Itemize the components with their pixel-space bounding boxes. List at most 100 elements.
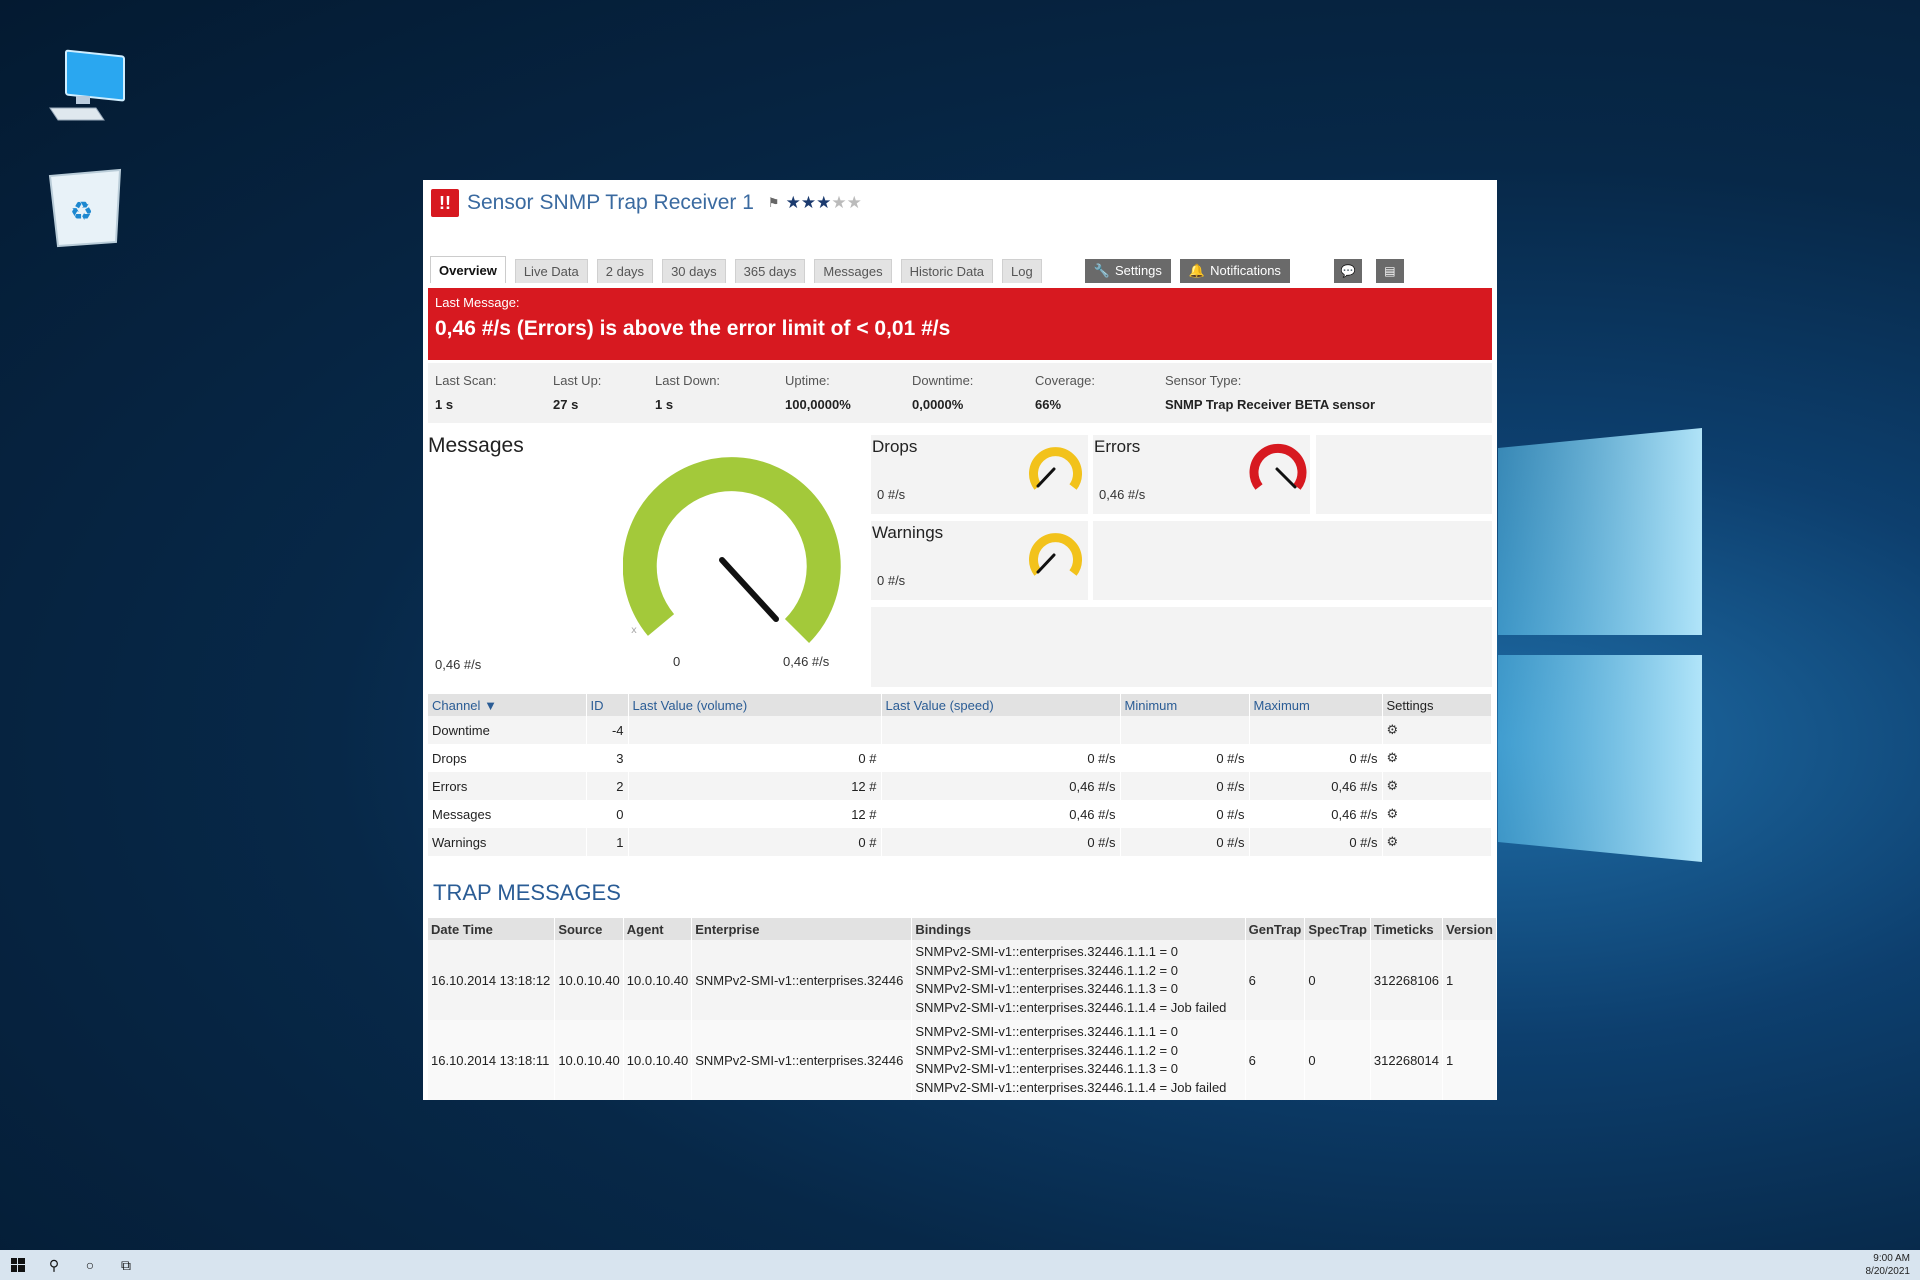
start-button[interactable] — [0, 1250, 36, 1280]
svg-text:♻: ♻ — [70, 197, 93, 227]
channel-minimum: 0 #/s — [1120, 828, 1250, 856]
gear-icon[interactable]: ⚙ — [1387, 722, 1399, 737]
star-empty-icon[interactable]: ★ — [831, 193, 846, 212]
gauge-panel-empty-1 — [1316, 435, 1492, 514]
trap-enterprise: SNMPv2-SMI-v1::enterprises.32446 — [691, 1020, 913, 1100]
stat-last-scan: Last Scan: 1 s — [435, 373, 497, 412]
star-filled-icon[interactable]: ★ — [801, 193, 816, 212]
trap-enterprise: SNMPv2-SMI-v1::enterprises.32446 — [691, 940, 913, 1020]
table-row: Drops 3 0 # 0 #/s 0 #/s 0 #/s ⚙ — [428, 744, 1492, 772]
tab-settings-label: Settings — [1114, 263, 1162, 278]
stat-last-down: Last Down: 1 s — [655, 373, 721, 412]
binding-line: SNMPv2-SMI-v1::enterprises.32446.1.1.3 =… — [915, 981, 1178, 996]
trap-header-source[interactable]: Source — [554, 918, 624, 940]
tab-30-days[interactable]: 30 days — [662, 259, 726, 283]
gauge-title-errors: Errors — [1094, 437, 1141, 456]
channel-maximum: 0,46 #/s — [1249, 772, 1383, 800]
channel-id: 3 — [586, 744, 629, 772]
sensor-window: !! Sensor SNMP Trap Receiver 1 ⚑ ★★★★★ O… — [423, 180, 1497, 1100]
tab-historic-data[interactable]: Historic Data — [900, 259, 994, 283]
gear-icon[interactable]: ⚙ — [1387, 806, 1399, 821]
trap-version: 1 — [1442, 940, 1497, 1020]
column-header-maximum[interactable]: Maximum — [1249, 694, 1383, 716]
trap-header-agent[interactable]: Agent — [623, 918, 693, 940]
trap-header-spectrap[interactable]: SpecTrap — [1304, 918, 1371, 940]
flag-icon[interactable]: ⚑ — [768, 195, 780, 211]
binding-line: SNMPv2-SMI-v1::enterprises.32446.1.1.2 =… — [915, 1042, 1178, 1058]
column-header-settings: Settings — [1382, 694, 1492, 716]
gear-icon[interactable]: ⚙ — [1387, 750, 1399, 765]
gauge-title-drops: Drops — [872, 437, 918, 456]
gear-icon[interactable]: ⚙ — [1387, 834, 1399, 849]
sensor-title: SNMP Trap Receiver 1 — [539, 191, 754, 214]
tab-365-days[interactable]: 365 days — [734, 259, 806, 283]
gauge-panel-empty-3 — [871, 607, 1492, 687]
trap-version: 1 — [1442, 1020, 1497, 1100]
trap-header-timeticks[interactable]: Timeticks — [1370, 918, 1444, 940]
trap-header-enterprise[interactable]: Enterprise — [691, 918, 913, 940]
trap-bindings: SNMPv2-SMI-v1::enterprises.32446.1.1.1 =… — [911, 940, 1246, 1020]
tab-settings[interactable]: 🔧 Settings — [1084, 259, 1171, 283]
comments-icon[interactable]: 💬 — [1333, 259, 1362, 283]
column-header-minimum[interactable]: Minimum — [1120, 694, 1250, 716]
channel-volume: 12 # — [628, 772, 882, 800]
recycle-bin-icon[interactable]: ♻ — [40, 162, 130, 252]
trap-spectrap: 0 — [1304, 940, 1371, 1020]
tab-2-days[interactable]: 2 days — [596, 259, 654, 283]
channel-minimum — [1120, 716, 1250, 744]
channel-id: 2 — [586, 772, 629, 800]
tab-log[interactable]: Log — [1002, 259, 1042, 283]
star-filled-icon[interactable]: ★ — [786, 193, 801, 212]
trap-header-bindings[interactable]: Bindings — [911, 918, 1246, 940]
channel-volume: 0 # — [628, 828, 882, 856]
channel-minimum: 0 #/s — [1120, 772, 1250, 800]
trap-header-gentrap[interactable]: GenTrap — [1245, 918, 1306, 940]
trap-header-version[interactable]: Version — [1442, 918, 1497, 940]
star-filled-icon[interactable]: ★ — [816, 193, 831, 212]
tab-notifications[interactable]: 🔔 Notifications — [1179, 259, 1290, 283]
errors-gauge — [1249, 443, 1307, 490]
channel-maximum: 0 #/s — [1249, 828, 1383, 856]
channel-name[interactable]: Downtime — [428, 716, 587, 744]
trap-datetime: 16.10.2014 13:18:12 — [428, 940, 556, 1020]
channel-settings: ⚙ — [1382, 828, 1492, 856]
priority-stars[interactable]: ★★★★★ — [786, 193, 862, 213]
trap-gentrap: 6 — [1245, 940, 1306, 1020]
channel-name[interactable]: Warnings — [428, 828, 587, 856]
trap-datetime: 16.10.2014 13:18:11 — [428, 1020, 556, 1100]
gear-icon[interactable]: ⚙ — [1387, 778, 1399, 793]
trap-agent: 10.0.10.40 — [623, 1020, 693, 1100]
binding-line: SNMPv2-SMI-v1::enterprises.32446.1.1.1 =… — [915, 1024, 1178, 1039]
gauge-panel-warnings: Warnings 0 #/s — [871, 521, 1088, 600]
channel-name[interactable]: Errors — [428, 772, 587, 800]
search-icon[interactable]: ⚲ — [36, 1250, 72, 1280]
warnings-gauge — [1029, 533, 1082, 576]
tab-overview[interactable]: Overview — [430, 256, 506, 283]
trap-messages-title: TRAP MESSAGES — [433, 880, 621, 905]
cortana-icon[interactable]: ○ — [72, 1250, 108, 1280]
tab-live-data[interactable]: Live Data — [514, 259, 588, 283]
this-pc-icon[interactable] — [42, 42, 132, 132]
channel-settings: ⚙ — [1382, 800, 1492, 828]
stat-uptime: Uptime: 100,0000% — [785, 373, 851, 412]
trap-gentrap: 6 — [1245, 1020, 1306, 1100]
task-view-icon[interactable]: ⧉ — [108, 1250, 144, 1280]
clock-date: 8/20/2021 — [1865, 1266, 1911, 1277]
trap-header-datetime[interactable]: Date Time — [428, 918, 556, 940]
column-header-last-speed[interactable]: Last Value (speed) — [881, 694, 1121, 716]
history-icon[interactable]: ▤ — [1375, 259, 1404, 283]
trap-messages-table: Date Time Source Agent Enterprise Bindin… — [428, 918, 1497, 1100]
trap-bindings: SNMPv2-SMI-v1::enterprises.32446.1.1.1 =… — [911, 1020, 1246, 1100]
table-row: Errors 2 12 # 0,46 #/s 0 #/s 0,46 #/s ⚙ — [428, 772, 1492, 800]
column-header-last-volume[interactable]: Last Value (volume) — [628, 694, 882, 716]
drops-gauge — [1029, 447, 1082, 490]
column-header-id[interactable]: ID — [586, 694, 629, 716]
stat-coverage: Coverage: 66% — [1035, 373, 1095, 412]
taskbar-clock[interactable]: 9:00 AM 8/20/2021 — [1866, 1252, 1911, 1278]
trap-agent: 10.0.10.40 — [623, 940, 693, 1020]
star-empty-icon[interactable]: ★ — [847, 193, 862, 212]
column-header-channel[interactable]: Channel ▼ — [428, 694, 587, 716]
tab-messages[interactable]: Messages — [814, 259, 892, 283]
channel-name[interactable]: Messages — [428, 800, 587, 828]
channel-name[interactable]: Drops — [428, 744, 587, 772]
